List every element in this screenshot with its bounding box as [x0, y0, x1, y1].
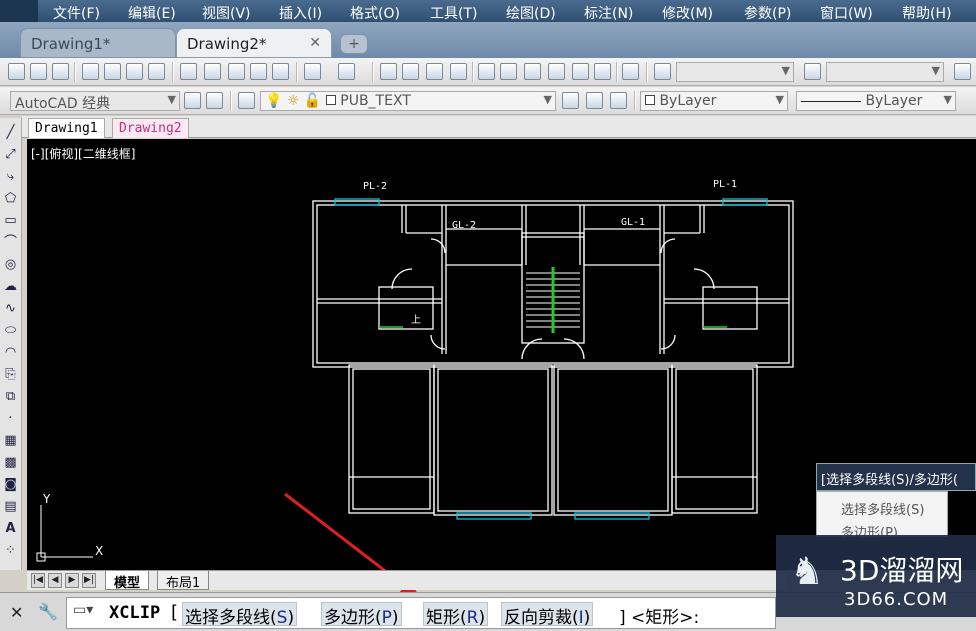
first-tab-icon[interactable]: |◀	[31, 573, 45, 588]
option-key: P	[381, 608, 392, 628]
option-close: )	[478, 608, 486, 628]
option-text: 选择多段线(	[185, 608, 277, 628]
option-rectangle[interactable]: 矩形(R)	[423, 602, 489, 628]
tab-model[interactable]: 模型	[105, 571, 150, 591]
command-input[interactable]: ▭▾ XCLIP [ 选择多段线(S) 多边形(P) 矩形(R) 反向剪裁(I)…	[66, 597, 776, 629]
deer-logo-icon: ♞	[790, 549, 825, 593]
option-text: 矩形(	[426, 608, 467, 628]
close-icon[interactable]: ✕	[10, 603, 23, 622]
dynamic-input-prompt: [选择多段线(S)/多边形(	[816, 463, 976, 491]
watermark-url: 3D66.COM	[844, 589, 949, 610]
last-tab-icon[interactable]: ▶|	[82, 573, 96, 588]
command-default: ] <矩形>:	[619, 608, 700, 628]
wrench-icon[interactable]: 🔧	[38, 602, 58, 621]
option-key: R	[466, 608, 479, 628]
option-key: S	[276, 608, 288, 628]
prev-tab-icon[interactable]: ◀	[48, 573, 62, 588]
watermark-brand: 3D溜溜网	[840, 554, 964, 587]
recent-commands-icon[interactable]: ▭▾	[73, 602, 93, 618]
option-text: 多边形(	[324, 608, 382, 628]
option-close: )	[583, 608, 591, 628]
watermark: ♞ 3D溜溜网 3D66.COM	[776, 535, 976, 617]
tab-layout1[interactable]: 布局1	[157, 571, 210, 591]
option-invert-clip[interactable]: 反向剪裁(I)	[501, 602, 594, 628]
option-text: 反向剪裁(	[504, 608, 579, 628]
option-close: )	[391, 608, 399, 628]
menu-item-select-polyline[interactable]: 选择多段线(S)	[841, 499, 924, 518]
option-bracket-open: [	[171, 602, 179, 623]
dynamic-input-menu: 选择多段线(S) 多边形(P)	[816, 491, 948, 541]
command-name: XCLIP	[109, 603, 161, 623]
option-select-polyline[interactable]: 选择多段线(S)	[182, 602, 298, 628]
layout-tabs-bar: |◀ ◀ ▶ ▶| 模型 布局1	[27, 570, 787, 591]
option-close: )	[287, 608, 295, 628]
next-tab-icon[interactable]: ▶	[65, 573, 79, 588]
option-polygon[interactable]: 多边形(P)	[321, 602, 402, 628]
